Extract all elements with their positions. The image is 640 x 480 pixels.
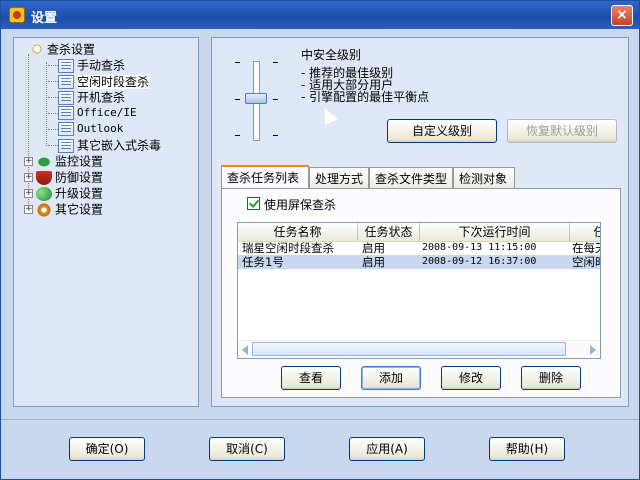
column-task-status[interactable]: 任务状态 (358, 223, 420, 241)
settings-tree-panel: 查杀设置 手动查杀 空闲时段查杀 开机查杀 Office/IE Outlook … (13, 37, 199, 407)
shield-icon (36, 170, 52, 185)
screensaver-scan-label: 使用屏保查杀 (264, 198, 337, 212)
view-task-button[interactable]: 查看 (281, 366, 341, 390)
tree-item-idle-scan[interactable]: 空闲时段查杀 (58, 73, 150, 89)
add-task-button[interactable]: 添加 (361, 366, 421, 390)
tree-group-scan[interactable]: 查杀设置 (28, 41, 95, 57)
column-task-name[interactable]: 任务名称 (238, 223, 358, 241)
document-icon (58, 122, 74, 136)
umbrella-icon (36, 154, 52, 169)
tree-item-office-ie[interactable]: Office/IE (58, 105, 137, 121)
tab-detection-objects[interactable]: 检测对象 (453, 167, 515, 189)
tab-scan-task-list[interactable]: 查杀任务列表 (221, 165, 309, 189)
restore-default-level-button[interactable]: 恢复默认级别 (507, 119, 617, 143)
scroll-right-icon[interactable] (590, 345, 596, 355)
search-shield-icon (28, 42, 44, 57)
ok-button[interactable]: 确定(O) (69, 437, 145, 461)
task-list-header: 任务名称 任务状态 下次运行时间 任 (238, 223, 600, 242)
expand-other-button[interactable]: + (24, 205, 33, 214)
settings-window: 设置 × 查杀设置 手动查杀 空闲时段查杀 开机查杀 Office/IE Out… (0, 0, 640, 480)
column-task-desc[interactable]: 任 (570, 223, 600, 241)
expand-monitor-button[interactable]: + (24, 157, 33, 166)
expand-defense-button[interactable]: + (24, 173, 33, 182)
document-icon (58, 58, 74, 73)
close-button[interactable]: × (611, 5, 633, 26)
tree-group-monitor[interactable]: 监控设置 (36, 153, 103, 169)
screensaver-scan-checkbox[interactable] (247, 197, 260, 210)
task-list-horizontal-scrollbar[interactable] (238, 340, 600, 358)
cancel-button[interactable]: 取消(C) (209, 437, 285, 461)
apply-button[interactable]: 应用(A) (349, 437, 425, 461)
tree-item-embedded-scan[interactable]: 其它嵌入式杀毒 (58, 137, 161, 153)
security-level-title: 中安全级别 (301, 48, 362, 62)
task-list[interactable]: 任务名称 任务状态 下次运行时间 任 瑞星空闲时段查杀 启用 2008-09-1… (237, 222, 601, 359)
table-row[interactable]: 任务1号 启用 2008-09-12 16:37:00 空闲时 (238, 255, 600, 269)
security-level-description: - 推荐的最佳级别 - 适用大部分用户 - 引擎配置的最佳平衡点 (301, 66, 430, 104)
tree-group-defense[interactable]: 防御设置 (36, 169, 103, 185)
tree-group-update[interactable]: 升级设置 (36, 185, 103, 201)
scroll-thumb[interactable] (252, 342, 566, 356)
tree-item-startup-scan[interactable]: 开机查杀 (58, 89, 125, 105)
document-icon (58, 106, 74, 120)
document-icon (58, 90, 74, 105)
document-icon (58, 138, 74, 153)
help-button[interactable]: 帮助(H) (489, 437, 565, 461)
document-icon (58, 74, 74, 89)
footer-divider (1, 419, 639, 420)
modify-task-button[interactable]: 修改 (441, 366, 501, 390)
globe-icon (36, 186, 52, 201)
title-bar: 设置 × (1, 1, 639, 29)
custom-level-button[interactable]: 自定义级别 (387, 119, 497, 143)
tab-handling-method[interactable]: 处理方式 (309, 167, 369, 189)
delete-task-button[interactable]: 删除 (521, 366, 581, 390)
table-row[interactable]: 瑞星空闲时段查杀 启用 2008-09-13 11:15:00 在每天 (238, 241, 600, 255)
column-next-run-time[interactable]: 下次运行时间 (420, 223, 570, 241)
tree-item-outlook[interactable]: Outlook (58, 121, 123, 137)
tab-scan-file-types[interactable]: 查杀文件类型 (369, 167, 453, 189)
scroll-left-icon[interactable] (242, 345, 248, 355)
expand-update-button[interactable]: + (24, 189, 33, 198)
tree-group-other[interactable]: 其它设置 (36, 201, 103, 217)
app-icon (9, 7, 25, 23)
window-title: 设置 (31, 11, 58, 26)
security-level-slider-thumb[interactable] (245, 93, 267, 104)
tree-item-manual-scan[interactable]: 手动查杀 (58, 57, 125, 73)
gear-icon (36, 202, 52, 217)
